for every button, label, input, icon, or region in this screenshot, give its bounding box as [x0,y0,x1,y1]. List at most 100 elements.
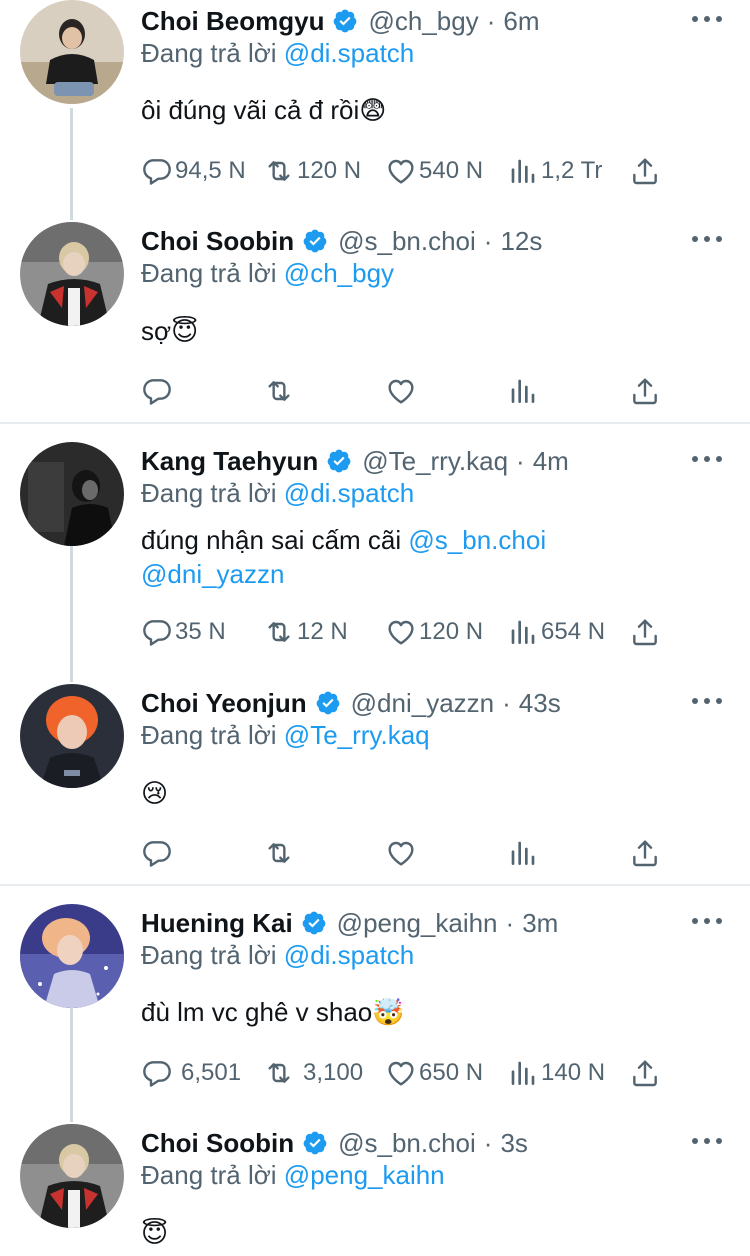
retweet-button[interactable]: 3,100 [263,1056,363,1090]
avatar[interactable] [20,684,124,788]
avatar-image [20,0,124,104]
tweet-mention[interactable]: @s_bn.choi [408,525,546,555]
user-handle[interactable]: @Te_rry.kaq [362,446,508,477]
reply-to-mention[interactable]: @di.spatch [284,478,414,508]
tweet-header: Kang Taehyun @Te_rry.kaq · 4m [141,444,569,478]
views-icon [507,1057,539,1089]
avatar[interactable] [20,0,124,104]
tweet[interactable]: Choi Beomgyu @ch_bgy · 6m Đang trả lời @… [0,0,750,220]
reply-button[interactable]: 35 N [141,615,226,649]
views-button[interactable] [507,836,539,870]
share-icon [629,155,661,187]
views-icon [507,375,539,407]
timestamp[interactable]: 4m [533,446,569,477]
timestamp[interactable]: 3m [522,908,558,939]
retweet-button[interactable] [263,374,295,408]
display-name[interactable]: Choi Yeonjun [141,688,307,719]
like-button[interactable] [385,836,417,870]
tweet-text: 😢 [141,776,731,811]
more-options-icon[interactable] [692,916,722,926]
views-button[interactable]: 1,2 Tr [507,154,602,188]
share-button[interactable] [629,154,661,188]
share-button[interactable] [629,1056,661,1090]
more-options-icon[interactable] [692,696,722,706]
reply-to-mention[interactable]: @di.spatch [284,38,414,68]
action-bar [141,374,671,408]
avatar-image [20,222,124,326]
timestamp[interactable]: 12s [500,226,542,257]
action-bar: 94,5 N 120 N 540 N 1,2 Tr [141,154,671,188]
like-button[interactable]: 120 N [385,615,483,649]
display-name[interactable]: Choi Soobin [141,1128,294,1159]
tweet-text: đúng nhận sai cấm cãi @s_bn.choi @dni_ya… [141,523,731,591]
reply-icon [141,375,173,407]
retweet-count: 12 N [297,618,348,645]
timestamp[interactable]: 6m [503,6,539,37]
heart-icon [385,155,417,187]
heart-icon [385,616,417,648]
tweet[interactable]: Kang Taehyun @Te_rry.kaq · 4m Đang trả l… [0,440,750,680]
separator-dot: · [483,225,493,256]
tweet[interactable]: Choi Yeonjun @dni_yazzn · 43s Đang trả l… [0,682,750,882]
share-icon [629,616,661,648]
share-button[interactable] [629,615,661,649]
user-handle[interactable]: @peng_kaihn [337,908,498,939]
user-handle[interactable]: @s_bn.choi [338,1128,476,1159]
retweet-button[interactable]: 120 N [263,154,361,188]
timestamp[interactable]: 3s [500,1128,527,1159]
user-handle[interactable]: @dni_yazzn [351,688,494,719]
more-options-icon[interactable] [692,1136,722,1146]
emoji: 😇 [171,317,199,347]
more-options-icon[interactable] [692,234,722,244]
tweet[interactable]: Huening Kai @peng_kaihn · 3m Đang trả lờ… [0,902,750,1122]
like-button[interactable]: 540 N [385,154,483,188]
avatar[interactable] [20,1124,124,1228]
views-button[interactable]: 140 N [507,1056,605,1090]
reply-context: Đang trả lời @Te_rry.kaq [141,720,430,751]
reply-button[interactable] [141,374,173,408]
tweet-header: Huening Kai @peng_kaihn · 3m [141,906,558,940]
user-handle[interactable]: @s_bn.choi [338,226,476,257]
display-name[interactable]: Kang Taehyun [141,446,318,477]
reply-prefix: Đang trả lời [141,478,277,508]
heart-icon [385,375,417,407]
tweet[interactable]: Choi Soobin @s_bn.choi · 3s Đang trả lời… [0,1122,750,1256]
retweet-icon [263,1057,295,1089]
reply-to-mention[interactable]: @Te_rry.kaq [284,720,430,750]
timestamp[interactable]: 43s [519,688,561,719]
display-name[interactable]: Choi Beomgyu [141,6,324,37]
reply-icon [141,155,173,187]
reply-button[interactable]: 6,501 [141,1056,241,1090]
avatar[interactable] [20,222,124,326]
emoji: 😢 [141,779,169,809]
tweet[interactable]: Choi Soobin @s_bn.choi · 12s Đang trả lờ… [0,220,750,420]
share-button[interactable] [629,836,661,870]
user-handle[interactable]: @ch_bgy [368,6,478,37]
tweet-text: sợ😇 [141,314,731,349]
tweet-mention[interactable]: @dni_yazzn [141,559,284,589]
reply-to-mention[interactable]: @ch_bgy [284,258,394,288]
retweet-icon [263,155,295,187]
share-button[interactable] [629,374,661,408]
retweet-button[interactable] [263,836,295,870]
views-button[interactable]: 654 N [507,615,605,649]
avatar[interactable] [20,904,124,1008]
like-button[interactable]: 650 N [385,1056,483,1090]
more-options-icon[interactable] [692,454,722,464]
reply-prefix: Đang trả lời [141,38,277,68]
more-options-icon[interactable] [692,14,722,24]
avatar[interactable] [20,442,124,546]
views-button[interactable] [507,374,539,408]
reply-to-mention[interactable]: @di.spatch [284,940,414,970]
like-button[interactable] [385,374,417,408]
reply-to-mention[interactable]: @peng_kaihn [284,1160,445,1190]
reply-button[interactable] [141,836,173,870]
thread-divider [0,884,750,886]
reply-icon [141,1057,173,1089]
retweet-button[interactable]: 12 N [263,615,348,649]
reply-button[interactable]: 94,5 N [141,154,246,188]
display-name[interactable]: Huening Kai [141,908,293,939]
separator-dot: · [486,5,496,36]
display-name[interactable]: Choi Soobin [141,226,294,257]
verified-badge-icon [301,910,327,936]
